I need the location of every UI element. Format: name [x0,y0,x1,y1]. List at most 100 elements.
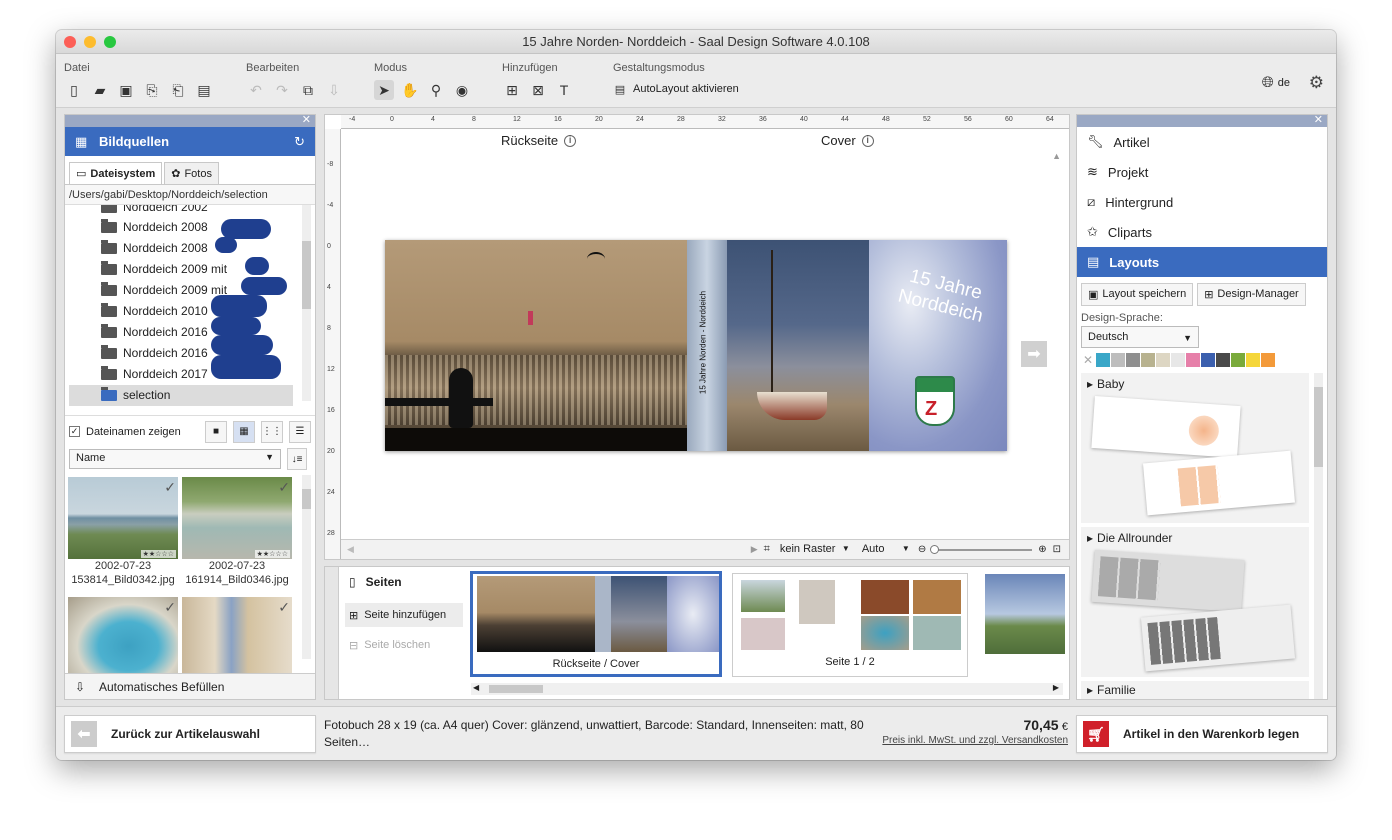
import-icon[interactable]: ⎘ [142,80,162,100]
pages-scrollbar[interactable]: ◀ ▶ [471,683,1063,695]
new-file-icon[interactable]: ▯ [64,80,84,100]
nav-item-layouts[interactable]: ▤ Layouts [1077,247,1327,277]
autolayout-icon[interactable]: ▤ [613,82,627,96]
sort-select[interactable]: Name ▼ [69,449,281,469]
back-cover-photo[interactable] [385,240,687,451]
gear-icon[interactable]: ⚙ [1309,73,1324,93]
open-folder-icon[interactable]: ▰ [90,80,110,100]
sort-direction-icon[interactable]: ↓≡ [287,448,307,470]
back-to-articles-button[interactable]: ⬅ Zurück zur Artikelauswahl [64,715,316,753]
zoom-fit-icon[interactable]: ⊡ [1053,544,1061,555]
nav-item-article[interactable]: 🔧︎ Artikel [1077,127,1327,157]
color-swatch[interactable] [1246,353,1260,367]
panel-grip[interactable]: ✕ [65,114,315,127]
color-swatch[interactable] [1231,353,1245,367]
zoom-out-icon[interactable]: ⊖ [918,544,926,555]
tab-filesystem[interactable]: ▭ Dateisystem [69,162,163,184]
layout-category-baby[interactable]: ▸ Baby [1081,373,1309,523]
thumbs-scrollbar[interactable] [302,475,311,659]
layout-preview[interactable] [1140,604,1296,672]
refresh-icon[interactable]: ↻ [294,127,305,156]
no-color-icon[interactable]: ✕ [1081,353,1095,367]
scrollbar-thumb[interactable] [1314,387,1323,467]
medium-grid-icon[interactable]: ▦ [233,420,255,443]
undo-icon[interactable]: ↶ [246,80,266,100]
add-page-button[interactable]: ⊞ Seite hinzufügen [345,603,463,627]
color-swatch[interactable] [1216,353,1230,367]
layouts-scrollbar[interactable] [1314,373,1323,699]
close-icon[interactable]: ✕ [1314,113,1323,126]
scroll-right-arrow[interactable]: ▶ [1053,683,1059,692]
save-icon[interactable]: ▣ [116,80,136,100]
color-swatch[interactable] [1096,353,1110,367]
scroll-left-arrow[interactable]: ◀ [473,683,479,692]
scroll-up-arrow[interactable]: ▲ [1052,151,1061,161]
zoom-window-button[interactable] [104,36,116,48]
cover-title[interactable]: 15 Jahre Norddeich [879,260,1006,332]
tree-item[interactable]: Norddeich 2008 [101,238,291,259]
color-swatch[interactable] [1186,353,1200,367]
scroll-right-arrow[interactable]: ▶ [751,544,758,555]
nav-item-project[interactable]: ≋ Projekt [1077,157,1327,187]
paste-icon[interactable]: ⇩ [324,80,344,100]
tree-item-selected[interactable]: selection [69,385,293,406]
zoom-slider[interactable] [930,544,1033,554]
scrollbar-thumb[interactable] [302,489,311,509]
thumbnail-item[interactable]: ✓ ★★☆☆☆ 2002-07-23 153814_Bild0342.jpg [68,477,178,587]
color-swatch[interactable] [1111,353,1125,367]
cover-photo-boat[interactable] [727,240,869,451]
tab-photos[interactable]: ✿ Fotos [164,162,219,184]
preview-eye-icon[interactable]: ◉ [452,80,472,100]
design-manager-button[interactable]: ⊞ Design-Manager [1197,283,1306,306]
hand-icon[interactable]: ✋ [400,80,420,100]
language-selector[interactable]: 🌐︎ de [1262,74,1290,91]
page-thumb-next[interactable] [985,574,1065,654]
cover-photo-sky[interactable]: 15 Jahre Norddeich Z [869,240,1007,451]
color-swatch[interactable] [1201,353,1215,367]
pages-grip[interactable] [325,567,339,699]
layout-preview[interactable] [1143,450,1295,516]
add-clipart-box-icon[interactable]: ⊠ [528,80,548,100]
info-icon[interactable]: i [861,134,874,147]
book-spine[interactable]: 15 Jahre Norden - Norddeich [687,240,727,451]
photobook-spread[interactable]: 15 Jahre Norden - Norddeich 15 Jahre Nor… [385,240,1007,451]
thumbnail-item[interactable]: ✓ [182,597,292,679]
delete-page-button[interactable]: ⊟ Seite löschen [345,633,430,657]
layout-preview[interactable] [1091,549,1245,613]
zoom-select[interactable]: Auto ▼ [858,542,912,558]
save-layout-button[interactable]: ▣ Layout speichern [1081,283,1194,306]
layout-category-family[interactable]: ▸ Familie [1081,681,1309,699]
design-language-select[interactable]: Deutsch ▼ [1081,326,1199,348]
color-swatch[interactable] [1141,353,1155,367]
add-text-icon[interactable]: T [554,80,574,100]
thumbnail-item[interactable]: ✓ [68,597,178,679]
add-to-cart-button[interactable]: 🛒︎ Artikel in den Warenkorb legen [1076,715,1328,753]
close-window-button[interactable] [64,36,76,48]
copy-icon[interactable]: ⧉ [298,80,318,100]
zoom-icon[interactable]: ⚲ [426,80,446,100]
price-note-link[interactable]: Preis inkl. MwSt. und zzgl. Versandkoste… [864,735,1068,746]
color-swatch[interactable] [1171,353,1185,367]
page-thumb-1-2[interactable]: Seite 1 / 2 [733,574,967,676]
scrollbar-thumb[interactable] [489,685,543,693]
grid-select[interactable]: kein Raster ▼ [776,542,852,558]
autofill-button[interactable]: ⇩ Automatisches Befüllen [65,673,315,699]
add-image-box-icon[interactable]: ⊞ [502,80,522,100]
list-view-icon[interactable]: ☰ [289,420,311,443]
color-swatch[interactable] [1126,353,1140,367]
redo-icon[interactable]: ↷ [272,80,292,100]
show-filenames-checkbox[interactable]: ✓ [69,426,80,437]
tree-scrollbar[interactable] [302,205,311,401]
page-thumb-cover[interactable]: Rückseite / Cover [470,571,722,677]
panel-grip[interactable]: ✕ [1077,113,1327,127]
pdf-export-icon[interactable]: ▤ [194,80,214,100]
pointer-icon[interactable]: ➤ [374,80,394,100]
color-swatch[interactable] [1156,353,1170,367]
thumbnail-item[interactable]: ✓ ★★☆☆☆ 2002-07-23 161914_Bild0346.jpg [182,477,292,587]
color-swatch[interactable] [1261,353,1275,367]
large-view-icon[interactable]: ■ [205,420,227,443]
info-icon[interactable]: i [564,134,577,147]
layout-category-allrounder[interactable]: ▸ Die Allrounder [1081,527,1309,677]
next-spread-arrow[interactable]: ➡ [1021,341,1047,367]
scrollbar-thumb[interactable] [302,241,311,309]
